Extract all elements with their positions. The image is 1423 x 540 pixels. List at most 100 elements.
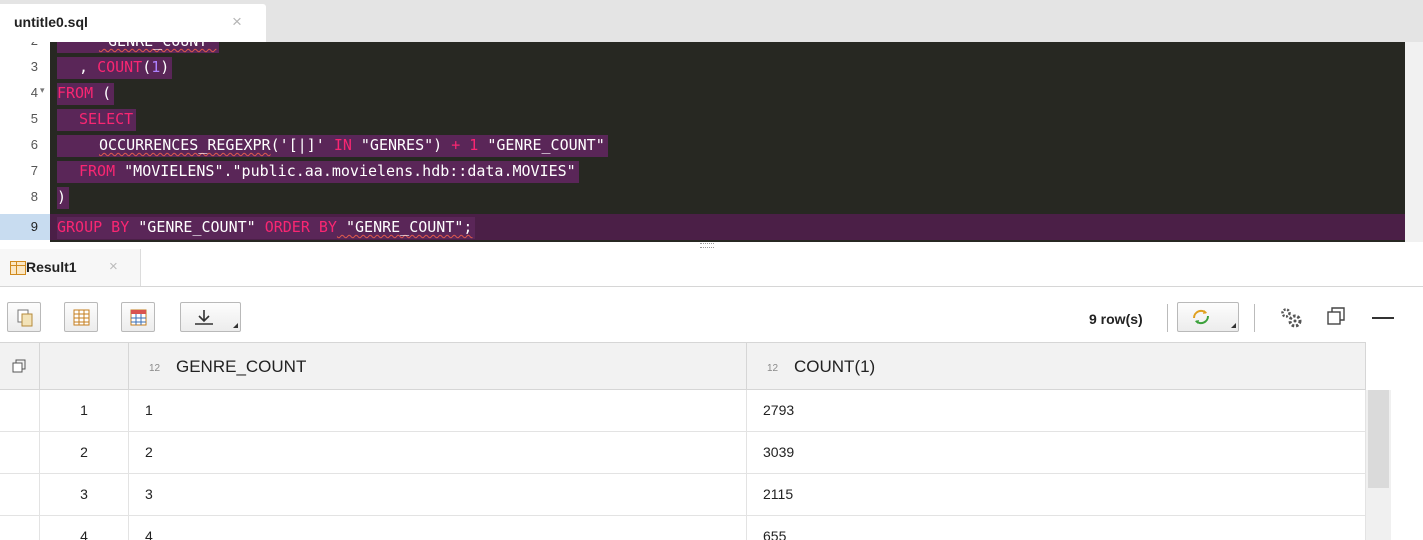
code-token-comma: , — [79, 58, 98, 76]
column-name: GENRE_COUNT — [176, 357, 307, 376]
result-grid[interactable]: 12 GENRE_COUNT 12 COUNT(1) 1 1 2793 2 2 … — [0, 342, 1423, 540]
sql-editor[interactable]: 2 "GENRE_COUNT" 3 , COUNT(1) 4 ▾ FROM ( … — [0, 42, 1423, 242]
row-selector[interactable] — [0, 432, 40, 473]
result-tabbar: Result1 × — [0, 249, 1423, 287]
code-token-keyword: IN — [333, 136, 352, 154]
row-index: 1 — [40, 390, 129, 431]
select-all-icon — [12, 359, 26, 373]
code-token-paren: ) — [160, 58, 170, 76]
column-type-label: 12 — [149, 363, 161, 374]
cell-genre-count[interactable]: 3 — [129, 474, 747, 515]
line-number: 2 — [0, 42, 38, 48]
table-row[interactable]: 3 3 2115 — [0, 474, 1366, 516]
dropdown-arrow-icon — [233, 323, 238, 328]
table-row[interactable]: 2 2 3039 — [0, 432, 1366, 474]
code-token-keyword: SELECT — [79, 110, 134, 128]
code-token-function: COUNT — [97, 58, 143, 76]
code-token-keyword: ORDER BY — [264, 218, 337, 236]
row-selector[interactable] — [0, 516, 40, 540]
code-line: 3 , COUNT(1) — [0, 54, 1405, 80]
splitter-grip[interactable] — [700, 243, 714, 248]
column-header-genre-count[interactable]: 12 GENRE_COUNT — [129, 343, 747, 389]
code-line: 7 FROM "MOVIELENS"."public.aa.movielens.… — [0, 158, 1405, 184]
cell-count[interactable]: 2115 — [747, 474, 1366, 515]
column-header-count[interactable]: 12 COUNT(1) — [747, 343, 1366, 389]
fold-chevron-icon[interactable]: ▾ — [40, 85, 45, 96]
code-token-number: 1 — [151, 58, 161, 76]
grid-header: 12 GENRE_COUNT 12 COUNT(1) — [0, 342, 1366, 390]
result-tab-label: Result1 — [26, 259, 77, 275]
line-number: 8 — [30, 189, 38, 204]
code-token-table: "MOVIELENS"."public.aa.movielens.hdb::da… — [115, 162, 576, 180]
result-tab-close-icon[interactable]: × — [109, 258, 118, 275]
code-text: FROM ( — [57, 83, 115, 105]
code-token-operator: + 1 — [451, 136, 479, 154]
row-count: 9 row(s) — [1089, 311, 1143, 327]
code-token-paren: ( — [142, 58, 152, 76]
grid-icon — [73, 309, 90, 326]
code-token-keyword: FROM — [79, 162, 116, 180]
code-token-column: "GENRES") — [351, 136, 452, 154]
code-line: 2 "GENRE_COUNT" — [0, 42, 1405, 54]
code-token-keyword: GROUP BY — [57, 218, 130, 236]
download-icon — [195, 310, 213, 325]
code-token-alias: "GENRE_COUNT" — [478, 136, 605, 154]
row-selector[interactable] — [0, 390, 40, 431]
cell-count[interactable]: 2793 — [747, 390, 1366, 431]
select-all-corner[interactable] — [0, 343, 40, 389]
table-icon — [10, 261, 26, 275]
export-table-button[interactable] — [121, 302, 155, 332]
cell-genre-count[interactable]: 4 — [129, 516, 747, 540]
line-number: 3 — [30, 59, 38, 74]
code-token-column: "GENRE_COUNT"; — [336, 218, 473, 236]
download-button[interactable] — [180, 302, 241, 332]
column-type-label: 12 — [767, 363, 779, 374]
copy-button[interactable] — [7, 302, 41, 332]
editor-tab-title: untitle0.sql — [14, 14, 88, 30]
code-text: ) — [57, 187, 70, 209]
restore-window-icon[interactable] — [1326, 306, 1348, 328]
row-number-header — [40, 343, 129, 389]
code-text: FROM "MOVIELENS"."public.aa.movielens.hd… — [57, 161, 579, 183]
editor-tab-close-icon[interactable]: × — [232, 12, 242, 32]
code-token-paren: ( — [93, 84, 112, 102]
refresh-icon — [1192, 309, 1210, 325]
table-row[interactable]: 4 4 655 — [0, 516, 1366, 540]
code-token-args: ('[|]' — [270, 136, 334, 154]
result-tab-result1[interactable]: Result1 × — [0, 249, 141, 286]
row-index: 4 — [40, 516, 129, 540]
editor-scrollbar[interactable] — [1405, 42, 1423, 242]
row-index: 3 — [40, 474, 129, 515]
code-token-paren: ) — [57, 188, 67, 206]
toolbar-divider — [1254, 304, 1255, 332]
code-line: 8 ) — [0, 184, 1405, 210]
cell-genre-count[interactable]: 2 — [129, 432, 747, 473]
settings-gears-icon[interactable] — [1278, 306, 1304, 330]
code-line: 6 OCCURRENCES_REGEXPR('[|]' IN "GENRES")… — [0, 132, 1405, 158]
cell-genre-count[interactable]: 1 — [129, 390, 747, 431]
grid-scrollbar-thumb[interactable] — [1368, 390, 1389, 488]
code-token-column: "GENRE_COUNT" — [129, 218, 265, 236]
line-number: 7 — [30, 163, 38, 178]
toolbar-divider — [1167, 304, 1168, 332]
refresh-button[interactable] — [1177, 302, 1239, 332]
column-name: COUNT(1) — [794, 357, 876, 376]
code-text: OCCURRENCES_REGEXPR('[|]' IN "GENRES") +… — [57, 135, 608, 157]
editor-tab-untitle0[interactable]: untitle0.sql × — [0, 4, 266, 42]
grid-scrollbar[interactable] — [1366, 390, 1391, 540]
row-selector[interactable] — [0, 474, 40, 515]
code-text: , COUNT(1) — [57, 57, 173, 79]
line-number: 6 — [30, 137, 38, 152]
editor-tabbar: untitle0.sql × — [0, 0, 1423, 42]
minimize-icon[interactable] — [1372, 316, 1394, 320]
code-token-keyword: FROM — [57, 84, 94, 102]
line-number: 4 — [30, 85, 38, 100]
grid-view-button[interactable] — [64, 302, 98, 332]
code-text: SELECT — [57, 109, 137, 131]
code-line-active: 9 GROUP BY "GENRE_COUNT" ORDER BY "GENRE… — [0, 214, 1405, 240]
cell-count[interactable]: 3039 — [747, 432, 1366, 473]
copy-icon — [17, 309, 33, 327]
cell-count[interactable]: 655 — [747, 516, 1366, 540]
code-token-column: "GENRE_COUNT" — [99, 42, 216, 50]
table-row[interactable]: 1 1 2793 — [0, 390, 1366, 432]
